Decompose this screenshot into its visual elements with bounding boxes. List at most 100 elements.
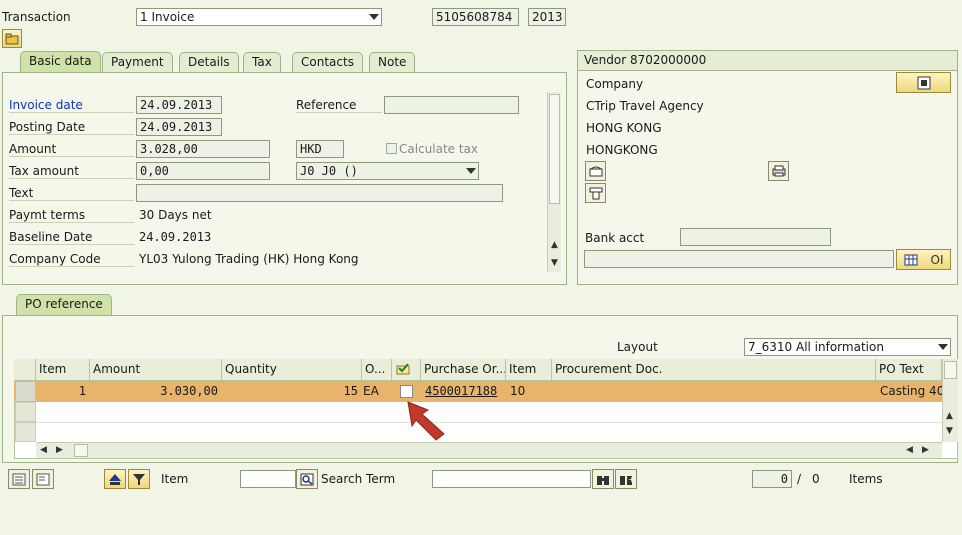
row-selector[interactable] (15, 422, 36, 442)
reference-label: Reference (296, 98, 382, 113)
calculate-tax-checkbox[interactable] (386, 143, 397, 154)
display-icon (917, 76, 930, 89)
layout-value: 7_6310 All information (748, 340, 884, 354)
search-icon (300, 473, 314, 485)
col-item[interactable]: Item (36, 359, 90, 381)
tab-basic-data[interactable]: Basic data (20, 51, 101, 73)
phone-icon (589, 166, 602, 177)
scrollbar-thumb[interactable] (74, 444, 88, 457)
text-field[interactable] (136, 184, 503, 202)
row-checkbox[interactable] (400, 385, 413, 398)
transaction-dropdown[interactable]: 1 Invoice (136, 8, 382, 26)
cell-quantity[interactable]: 15 (222, 381, 362, 402)
toggle-view-button[interactable] (2, 29, 22, 48)
cell-item[interactable]: 1 (36, 381, 90, 402)
find-next-button[interactable]: + (615, 469, 637, 489)
col-order-unit[interactable]: O... (362, 359, 392, 381)
company-code-value: YL03 Yulong Trading (HK) Hong Kong (139, 252, 359, 266)
row-selector[interactable] (15, 381, 36, 402)
col-select-all[interactable] (392, 359, 421, 381)
cell-po-text[interactable]: Casting 40n (876, 381, 942, 402)
item-counter-total: 0 (812, 472, 820, 486)
sort-button[interactable] (104, 469, 126, 489)
bank-account-field[interactable] (680, 228, 831, 246)
cell-procurement-doc[interactable] (552, 381, 876, 402)
layout-dropdown[interactable]: 7_6310 All information (744, 338, 951, 356)
scroll-down-icon[interactable]: ▼ (946, 426, 953, 436)
fax-button[interactable] (585, 183, 606, 203)
currency-field[interactable]: HKD (296, 140, 344, 158)
company-code-label: Company Code (9, 252, 134, 267)
tab-po-reference[interactable]: PO reference (16, 294, 112, 316)
tab-tax[interactable]: Tax (243, 52, 281, 72)
vendor-name: CTrip Travel Agency (586, 99, 704, 113)
chevron-down-icon (466, 168, 476, 174)
scroll-left-icon[interactable]: ◀ (40, 445, 47, 455)
cell-po-item[interactable]: 10 (506, 381, 552, 402)
deselect-all-icon (36, 473, 50, 485)
find-button[interactable] (592, 469, 614, 489)
col-procurement-doc[interactable]: Procurement Doc. (552, 359, 876, 381)
vendor-extra-field[interactable] (584, 250, 894, 268)
fiscal-year-field: 2013 (528, 8, 566, 26)
bank-account-label: Bank acct (585, 231, 645, 245)
search-term-input[interactable] (432, 470, 591, 488)
reference-field[interactable] (384, 96, 519, 114)
scroll-down-icon[interactable]: ▼ (551, 258, 558, 268)
col-po-item[interactable]: Item (506, 359, 552, 381)
invoice-date-label: Invoice date (9, 98, 134, 113)
scroll-right-icon[interactable]: ▶ (56, 445, 63, 455)
fax-icon (589, 187, 602, 199)
tax-code-dropdown[interactable]: J0 J0 () (296, 162, 479, 180)
table-icon (904, 254, 917, 265)
baseline-date-label: Baseline Date (9, 230, 134, 245)
grid-horizontal-scrollbar[interactable]: ◀ ▶ ◀ ▶ (36, 442, 942, 458)
binoculars-icon (597, 475, 609, 485)
select-all-rows-button[interactable] (8, 469, 30, 489)
scrollbar-thumb[interactable] (944, 361, 957, 379)
payment-terms-value: 30 Days net (139, 208, 212, 222)
posting-date-label: Posting Date (9, 120, 134, 135)
grid-vertical-scrollbar[interactable]: ▲ ▼ (942, 359, 958, 442)
row-selector-header[interactable] (14, 359, 36, 381)
basic-panel-scrollbar[interactable]: ▲ ▼ (547, 92, 561, 272)
cell-order-unit[interactable]: EA (359, 381, 392, 402)
row-selector[interactable] (15, 402, 36, 422)
baseline-date-value: 24.09.2013 (139, 230, 212, 244)
scroll-up-icon[interactable]: ▲ (946, 411, 953, 421)
vendor-company-label: Company (586, 77, 644, 91)
vendor-city: HONG KONG (586, 121, 662, 135)
item-counter-current: 0 (752, 470, 792, 488)
invoice-date-field[interactable]: 24.09.2013 (136, 96, 222, 114)
tab-contacts[interactable]: Contacts (292, 52, 363, 72)
scrollbar-thumb[interactable] (549, 94, 560, 204)
tab-note[interactable]: Note (369, 52, 416, 72)
open-items-label: OI (930, 252, 944, 267)
print-button[interactable] (768, 161, 789, 181)
col-quantity[interactable]: Quantity (222, 359, 362, 381)
vendor-display-button[interactable] (896, 72, 951, 93)
item-input[interactable] (240, 470, 296, 488)
deselect-all-rows-button[interactable] (32, 469, 54, 489)
col-po-text[interactable]: PO Text (876, 359, 942, 381)
col-purchase-order[interactable]: Purchase Or... (421, 359, 506, 381)
open-items-button[interactable]: OI (896, 249, 951, 270)
scroll-right-icon[interactable]: ▶ (922, 445, 929, 455)
annotation-arrow-icon (407, 401, 445, 441)
cell-amount[interactable]: 3.030,00 (90, 381, 222, 402)
amount-field[interactable]: 3.028,00 (136, 140, 270, 158)
folder-icon (5, 33, 19, 44)
tax-amount-field[interactable]: 0,00 (136, 162, 270, 180)
tab-details[interactable]: Details (179, 52, 239, 72)
filter-button[interactable] (128, 469, 150, 489)
scroll-up-icon[interactable]: ▲ (551, 240, 558, 250)
find-item-button[interactable] (296, 469, 318, 489)
sort-icon (109, 473, 121, 485)
tab-payment[interactable]: Payment (102, 52, 173, 72)
scroll-left-icon[interactable]: ◀ (906, 445, 913, 455)
phone-button[interactable] (585, 161, 606, 181)
col-amount[interactable]: Amount (90, 359, 222, 381)
find-next-icon: + (620, 475, 633, 485)
cell-purchase-order-link[interactable]: 4500017188 (421, 381, 506, 402)
posting-date-field[interactable]: 24.09.2013 (136, 118, 222, 136)
